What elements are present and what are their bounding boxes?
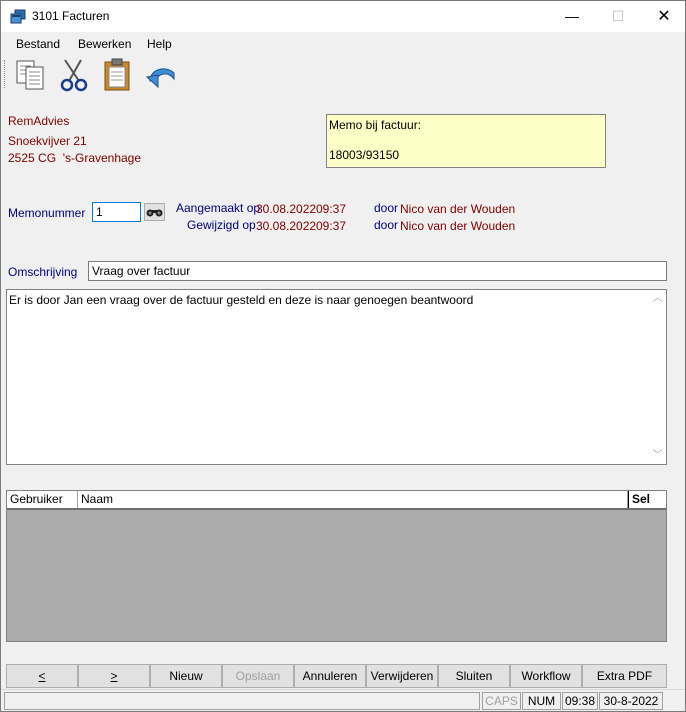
close-button[interactable]: Sluiten (438, 664, 510, 688)
memo-body-textarea[interactable]: Er is door Jan een vraag over de factuur… (6, 289, 667, 465)
main-window: 3101 Facturen — ☐ ✕ Bestand Bewerken Hel… (0, 0, 686, 712)
description-label: Omschrijving (8, 265, 78, 279)
caps-indicator: CAPS (482, 692, 521, 710)
menu-bar: Bestand Bewerken Help (1, 32, 685, 54)
status-bar: CAPS NUM 09:38 30-8-2022 (1, 689, 685, 711)
users-grid[interactable]: Gebruiker Naam Sel (6, 490, 667, 642)
cut-icon[interactable] (57, 57, 93, 93)
memo-number-label: Memonummer (8, 206, 86, 220)
status-time: 09:38 (562, 692, 598, 710)
menu-help[interactable]: Help (147, 37, 172, 51)
modified-by: Nico van der Wouden (400, 219, 516, 233)
new-button[interactable]: Nieuw (150, 664, 222, 688)
delete-button[interactable]: Verwijderen (366, 664, 438, 688)
copy-icon[interactable] (13, 57, 49, 93)
save-button[interactable]: Opslaan (222, 664, 294, 688)
undo-icon[interactable] (144, 57, 180, 93)
grid-header: Gebruiker Naam Sel (7, 491, 666, 510)
memo-number-input[interactable]: 1 (92, 202, 141, 222)
modified-time: 09:37 (316, 219, 347, 233)
created-time: 09:37 (316, 202, 347, 216)
created-by: Nico van der Wouden (400, 202, 516, 216)
scroll-up-icon[interactable]: ︿ (649, 290, 666, 307)
invoice-memo-value: 18003/93150 (329, 148, 400, 162)
previous-button[interactable]: < (6, 664, 78, 688)
menu-bestand[interactable]: Bestand (16, 37, 60, 51)
title-bar: 3101 Facturen — ☐ ✕ (1, 1, 685, 32)
paste-icon[interactable] (100, 57, 136, 93)
column-sel[interactable]: Sel (628, 491, 666, 508)
extra-pdf-button[interactable]: Extra PDF (582, 664, 667, 688)
modified-label: Gewijzigd op (187, 218, 256, 232)
window-title: 3101 Facturen (32, 9, 110, 23)
invoice-memo-box: Memo bij factuur: 18003/93150 (326, 114, 606, 168)
close-window-button[interactable]: ✕ (641, 1, 686, 32)
toolbar (1, 54, 685, 94)
created-label: Aangemaakt op (176, 201, 261, 215)
content-area: RemAdvies Snoekvijver 21 2525 CG 's-Grav… (1, 94, 685, 664)
customer-city: 2525 CG 's-Gravenhage (8, 151, 142, 165)
column-naam[interactable]: Naam (78, 491, 628, 508)
num-indicator: NUM (522, 692, 561, 710)
cancel-button[interactable]: Annuleren (294, 664, 366, 688)
toolbar-grip[interactable] (4, 60, 7, 88)
customer-street: Snoekvijver 21 (8, 134, 87, 148)
next-button[interactable]: > (78, 664, 150, 688)
binoculars-icon (146, 209, 163, 217)
workflow-button[interactable]: Workflow (510, 664, 582, 688)
description-input[interactable]: Vraag over factuur (88, 261, 667, 281)
minimize-button[interactable]: — (549, 1, 595, 32)
status-message-pane (4, 692, 480, 710)
memo-body-scrollbar[interactable]: ︿ ﹀ (649, 290, 666, 464)
menu-bewerken[interactable]: Bewerken (78, 37, 131, 51)
column-gebruiker[interactable]: Gebruiker (7, 491, 78, 508)
created-by-label: door (374, 201, 399, 215)
status-date: 30-8-2022 (599, 692, 663, 710)
created-date: 30.08.2022 (256, 202, 317, 216)
memo-body-text: Er is door Jan een vraag over de factuur… (9, 293, 474, 307)
modified-by-label: door (374, 218, 399, 232)
maximize-button[interactable]: ☐ (595, 1, 641, 32)
app-icon (10, 9, 26, 24)
modified-date: 30.08.2022 (256, 219, 317, 233)
scroll-down-icon[interactable]: ﹀ (649, 447, 666, 464)
button-bar: < > Nieuw Opslaan Annuleren Verwijderen … (1, 664, 685, 688)
invoice-memo-label: Memo bij factuur: (329, 118, 422, 132)
customer-name: RemAdvies (8, 114, 70, 128)
find-button[interactable] (144, 203, 165, 221)
